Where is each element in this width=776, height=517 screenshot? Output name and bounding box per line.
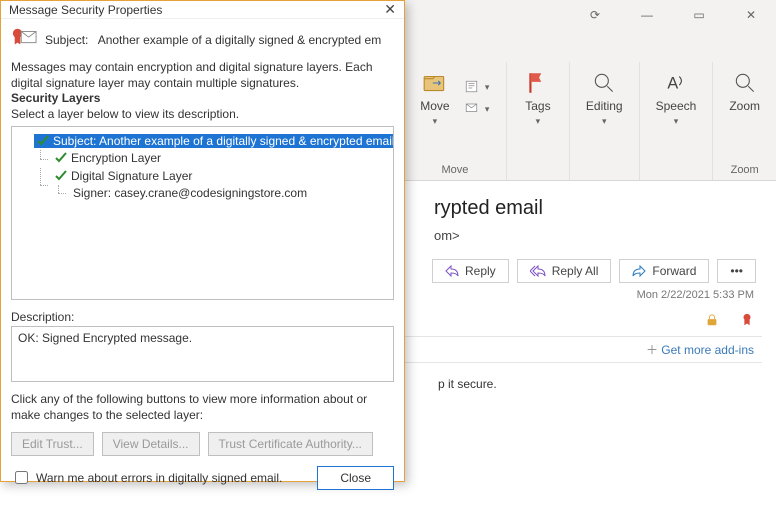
move-label: Move [420,99,449,113]
check-icon [37,135,49,147]
tree-node-subject[interactable]: Subject: Another example of a digitally … [34,134,394,148]
close-button[interactable]: Close [317,466,394,490]
ribbon-group-zoom-label: Zoom [731,158,759,176]
close-button[interactable]: ✕ [732,8,770,22]
ribbon-group-speech: A Speech▾ [640,62,714,180]
mail-from: om> [434,228,460,243]
ribbon-group-tags: Tags▾ [507,62,570,180]
description-box: OK: Signed Encrypted message. [11,326,394,382]
warn-label: Warn me about errors in digitally signed… [36,471,282,485]
button-row: Edit Trust... View Details... Trust Cert… [11,432,394,456]
message-security-dialog: Message Security Properties ✕ Subject: A… [0,0,405,482]
lock-icon [705,313,719,327]
ribbon-group-move: Move▾ ▾ ▾ Move [404,62,507,180]
flag-icon [525,70,551,96]
speech-button[interactable]: A Speech▾ [652,66,701,131]
layers-tree[interactable]: Subject: Another example of a digitally … [11,126,394,300]
trust-ca-button[interactable]: Trust Certificate Authority... [208,432,373,456]
check-icon [55,152,67,164]
actions-icon [464,101,482,119]
speech-label: Speech [656,99,697,113]
reply-all-button[interactable]: Reply All [517,259,612,283]
edit-trust-button[interactable]: Edit Trust... [11,432,94,456]
ribbon-group-move-label: Move [441,158,468,176]
tags-label: Tags [525,99,550,113]
actions-button[interactable]: ▾ [464,101,494,119]
forward-icon [632,265,646,277]
footer-row: Warn me about errors in digitally signed… [11,466,394,490]
check-icon [55,170,67,182]
zoom-label: Zoom [729,99,760,113]
editing-label: Editing [586,99,623,113]
search-icon [591,70,617,96]
rules-icon [464,79,482,97]
minimize-button[interactable]: — [628,8,666,22]
explain-text: Messages may contain encryption and digi… [11,60,394,91]
svg-text:A: A [667,74,678,92]
reply-all-icon [530,265,546,277]
select-hint: Select a layer below to view its descrip… [11,107,394,123]
security-layers-heading: Security Layers [11,91,394,107]
more-actions-button[interactable]: ••• [717,259,756,283]
warn-checkbox[interactable]: Warn me about errors in digitally signed… [11,468,282,487]
zoom-icon [732,70,758,96]
dialog-close-button[interactable]: ✕ [384,1,396,18]
description-label: Description: [11,310,394,324]
zoom-button[interactable]: Zoom [725,66,764,117]
dialog-title: Message Security Properties [9,3,162,17]
view-details-button[interactable]: View Details... [102,432,200,456]
certificate-ribbon-icon [11,27,37,52]
tree-node-signature[interactable]: Digital Signature Layer [52,169,195,183]
warn-checkbox-input[interactable] [15,471,28,484]
ellipsis-icon: ••• [730,264,743,278]
maximize-button[interactable]: ▭ [680,8,718,22]
tree-node-encryption[interactable]: Encryption Layer [52,151,164,165]
tree-node-signer[interactable]: Signer: casey.crane@codesigningstore.com [70,186,310,200]
ribbon-group-zoom: Zoom Zoom [713,62,776,180]
move-button[interactable]: Move▾ [416,66,454,131]
subject-value: Another example of a digitally signed & … [98,33,382,47]
reply-button[interactable]: Reply [432,259,509,283]
subject-row: Subject: Another example of a digitally … [11,27,394,52]
rules-button[interactable]: ▾ [464,79,494,97]
window-controls: ⟳ — ▭ ✕ [576,8,776,22]
subject-label: Subject: [45,33,88,47]
editing-button[interactable]: Editing▾ [582,66,627,131]
speech-icon: A [663,70,689,96]
mail-subject: rypted email [434,197,762,220]
sync-icon[interactable]: ⟳ [576,8,614,22]
folder-move-icon [422,70,448,96]
dialog-titlebar: Message Security Properties ✕ [1,1,404,19]
reply-icon [445,265,459,277]
tags-button[interactable]: Tags▾ [519,66,557,131]
click-hint: Click any of the following buttons to vi… [11,392,394,423]
forward-button[interactable]: Forward [619,259,709,283]
ribbon-group-editing: Editing▾ [570,62,640,180]
signed-ribbon-icon [740,313,754,327]
